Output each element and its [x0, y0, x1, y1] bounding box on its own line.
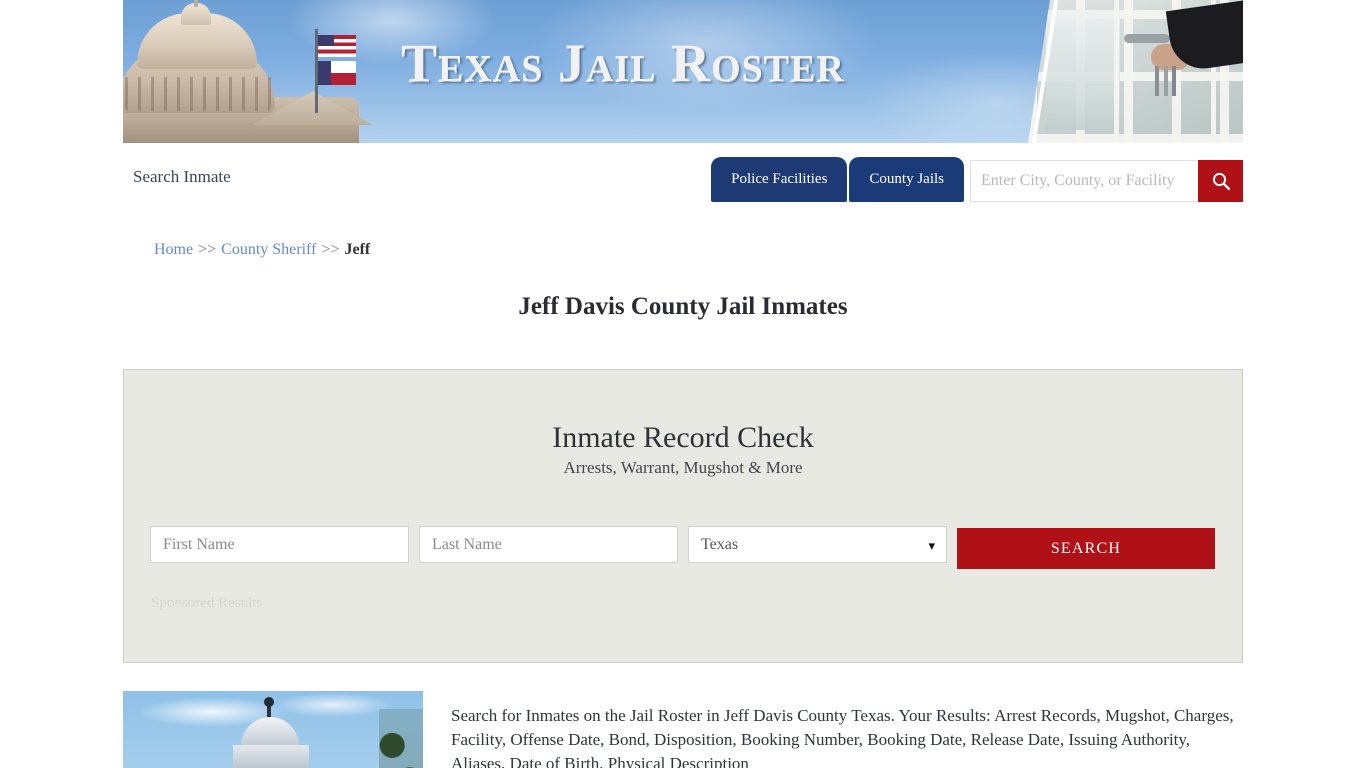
- breadcrumb-link-county-sheriff[interactable]: County Sheriff: [221, 241, 316, 258]
- county-courthouse-thumbnail: [123, 691, 423, 768]
- page-root: Texas Jail Roster Search Inmate Police F…: [0, 0, 1366, 768]
- breadcrumb-separator: >>: [198, 241, 217, 258]
- site-brand[interactable]: Search Inmate: [133, 167, 231, 187]
- tab-police-facilities[interactable]: Police Facilities: [711, 157, 848, 202]
- inmate-search-form: Texas ▾ SEARCH: [150, 526, 1216, 569]
- description-section: Search for Inmates on the Jail Roster in…: [123, 691, 1243, 768]
- header-search-button[interactable]: [1198, 160, 1243, 202]
- navbar-right-group: Police Facilities County Jails: [711, 156, 1243, 202]
- site-banner: Texas Jail Roster: [123, 0, 1243, 143]
- breadcrumb-separator-2: >>: [321, 241, 340, 258]
- last-name-input[interactable]: [419, 526, 678, 563]
- breadcrumb: Home >> County Sheriff >> Jeff: [123, 215, 1243, 259]
- panel-subtitle: Arrests, Warrant, Mugshot & More: [563, 458, 803, 477]
- panel-title: Inmate Record Check: [552, 421, 814, 454]
- search-icon: [1211, 171, 1231, 191]
- breadcrumb-link-home[interactable]: Home: [154, 241, 193, 258]
- state-select[interactable]: Texas: [688, 526, 947, 563]
- state-select-wrap: Texas ▾: [688, 526, 947, 563]
- search-submit-button[interactable]: SEARCH: [957, 528, 1215, 569]
- tab-county-jails[interactable]: County Jails: [849, 157, 964, 202]
- inmate-record-check-panel: Inmate Record Check Arrests, Warrant, Mu…: [123, 369, 1243, 663]
- page-title: Jeff Davis County Jail Inmates: [518, 293, 848, 320]
- header-search-group: [970, 160, 1243, 202]
- navbar: Search Inmate Police Facilities County J…: [123, 143, 1243, 215]
- first-name-input[interactable]: [150, 526, 409, 563]
- description-text: Search for Inmates on the Jail Roster in…: [451, 706, 1234, 768]
- breadcrumb-current: Jeff: [344, 241, 371, 258]
- banner-title: Texas Jail Roster: [401, 33, 845, 93]
- sponsored-results-label: Sponsored Results: [151, 595, 263, 611]
- header-search-input[interactable]: [970, 160, 1198, 202]
